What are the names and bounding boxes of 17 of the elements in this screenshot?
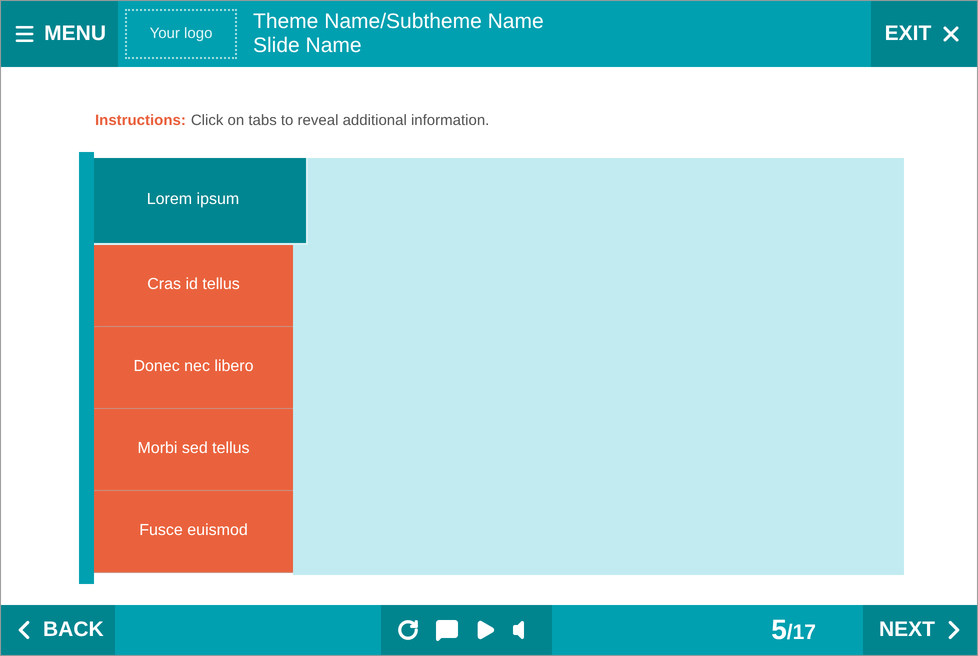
exit-button[interactable]: EXIT (871, 1, 977, 67)
page-counter: 5/17 (771, 613, 816, 647)
slide-name: Slide Name (253, 34, 363, 58)
tab[interactable]: Fusce euismod (94, 490, 293, 572)
tab[interactable]: Morbi sed tellus (94, 408, 293, 490)
menu-button[interactable]: MENU (1, 1, 118, 67)
next-button[interactable]: NEXT (863, 605, 977, 655)
tab[interactable]: Cras id tellus (94, 244, 293, 326)
instructions-label: Instructions: (95, 111, 186, 131)
replay-icon[interactable] (396, 619, 419, 641)
theme-title: Theme Name/Subtheme Name (253, 10, 545, 34)
tab[interactable]: Lorem ipsum (94, 158, 308, 244)
instructions-text: Click on tabs to reveal additional information. (190, 111, 490, 131)
tab[interactable]: Donec nec libero (94, 326, 293, 408)
logo: Your logo (125, 9, 237, 59)
speech-bubble-icon[interactable] (434, 618, 459, 642)
back-button[interactable]: BACK (1, 605, 115, 655)
